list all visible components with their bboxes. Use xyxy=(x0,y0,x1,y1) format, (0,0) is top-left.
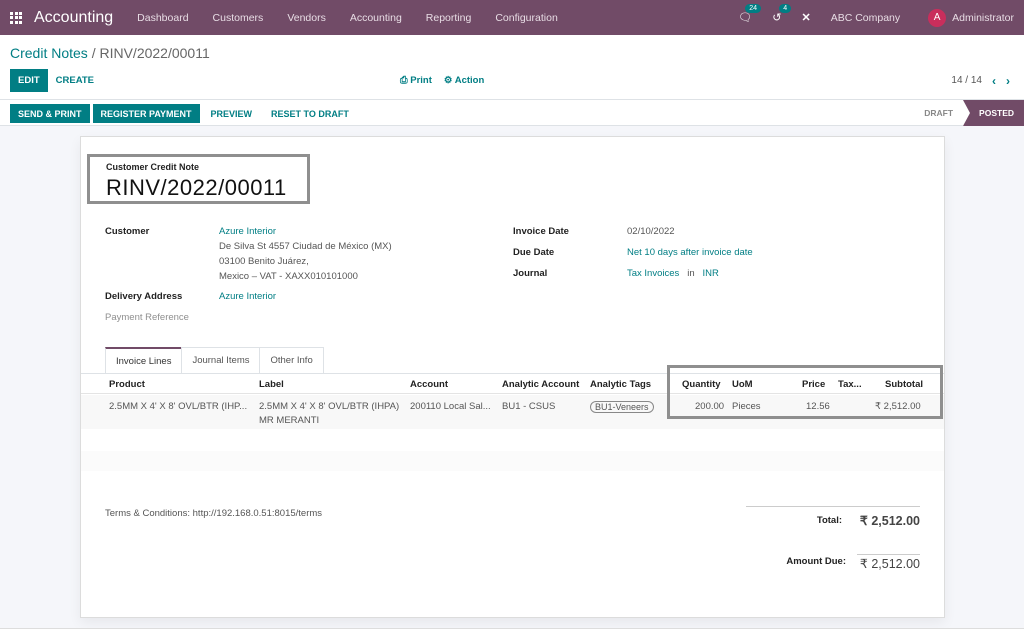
user-menu[interactable]: Administrator xyxy=(952,12,1014,24)
customer-address-line3: Mexico – VAT - XAXX010101000 xyxy=(219,271,358,282)
tab-other-info[interactable]: Other Info xyxy=(259,347,324,373)
form-sheet: Customer Credit Note RINV/2022/00011 Cus… xyxy=(80,136,947,618)
menu-accounting[interactable]: Accounting xyxy=(338,12,414,24)
invoice-date-value: 02/10/2022 xyxy=(627,226,675,237)
printer-icon: ⎙ xyxy=(400,75,411,86)
cell-analytic-tags: BU1-Veneers xyxy=(590,400,654,415)
pager-value[interactable]: 14 / 14 xyxy=(951,75,982,86)
app-name[interactable]: Accounting xyxy=(34,9,113,27)
customer-address-line1: De Silva St 4557 Ciudad de México (MX) xyxy=(219,241,392,252)
customer-label: Customer xyxy=(105,226,150,237)
col-label[interactable]: Label xyxy=(259,379,284,390)
columns-highlight-box xyxy=(667,365,943,419)
menu-dashboard[interactable]: Dashboard xyxy=(125,12,200,24)
journal-field: Tax Invoices in INR xyxy=(627,266,719,281)
tab-journal-items[interactable]: Journal Items xyxy=(181,347,261,373)
cell-label-line1: 2.5MM X 4' X 8' OVL/BTR (IHPA) xyxy=(259,401,400,412)
menu-vendors[interactable]: Vendors xyxy=(275,12,338,24)
cell-account: 200110 Local Sal... xyxy=(410,401,491,412)
apps-menu-icon[interactable] xyxy=(10,11,22,24)
cell-label-line2: MR MERANTI xyxy=(259,415,320,426)
chevron-left-icon[interactable]: ‹ xyxy=(992,74,996,88)
due-date-value[interactable]: Net 10 days after invoice date xyxy=(627,245,753,260)
total-label: Total: xyxy=(816,515,842,526)
cell-label: 2.5MM X 4' X 8' OVL/BTR (IHPA) MR MERANT… xyxy=(259,400,399,428)
title-highlight-box: Customer Credit Note RINV/2022/00011 xyxy=(87,154,310,204)
avatar[interactable]: A xyxy=(928,8,947,27)
cell-analytic-account: BU1 - CSUS xyxy=(502,401,556,412)
journal-link[interactable]: Tax Invoices xyxy=(627,268,679,279)
chat-icon: 🗨 xyxy=(738,12,753,24)
delivery-address-label: Delivery Address xyxy=(105,291,183,302)
currency-link[interactable]: INR xyxy=(703,268,719,279)
amount-due-value: ₹ 2,512.00 xyxy=(859,557,920,571)
register-payment-button[interactable]: REGISTER PAYMENT xyxy=(92,104,200,123)
totals-divider xyxy=(746,506,920,507)
journal-in-text: in xyxy=(687,268,695,279)
create-button[interactable]: CREATE xyxy=(48,69,102,92)
control-panel: Credit Notes / RINV/2022/00011 EDIT CREA… xyxy=(0,35,1024,100)
messages-button[interactable]: 🗨 24 xyxy=(738,4,762,24)
payment-reference-label: Payment Reference xyxy=(105,312,189,323)
messages-badge: 24 xyxy=(745,4,762,13)
status-bar: SEND & PRINT REGISTER PAYMENT PREVIEW RE… xyxy=(0,100,1024,126)
activities-badge: 4 xyxy=(779,4,792,13)
col-analytic-account[interactable]: Analytic Account xyxy=(502,379,579,390)
edit-button[interactable]: EDIT xyxy=(10,69,48,92)
col-product[interactable]: Product xyxy=(109,379,145,390)
menu-reporting[interactable]: Reporting xyxy=(414,12,484,24)
customer-address-line2: 03100 Benito Juárez, xyxy=(219,256,309,267)
status-stages: DRAFT POSTED xyxy=(914,100,1024,126)
document-name: RINV/2022/00011 xyxy=(106,175,287,200)
gear-icon: ⚙ xyxy=(443,75,455,86)
stage-posted[interactable]: POSTED xyxy=(963,100,1024,126)
preview-button[interactable]: PREVIEW xyxy=(203,104,261,123)
breadcrumb-credit-notes[interactable]: Credit Notes xyxy=(10,45,88,61)
journal-label: Journal xyxy=(513,268,548,279)
document-type: Customer Credit Note xyxy=(106,162,200,172)
customer-link[interactable]: Azure Interior xyxy=(219,224,392,239)
debug-tools-icon[interactable]: ✕ xyxy=(801,11,810,24)
print-button[interactable]: ⎙ Print xyxy=(400,75,432,86)
send-print-button[interactable]: SEND & PRINT xyxy=(10,104,90,123)
print-label: Print xyxy=(410,75,432,86)
breadcrumb-current: RINV/2022/00011 xyxy=(99,45,210,61)
terms-conditions: Terms & Conditions: http://192.168.0.51:… xyxy=(105,508,323,519)
stage-draft[interactable]: DRAFT xyxy=(914,100,963,126)
top-navbar: Accounting Dashboard Customers Vendors A… xyxy=(0,0,1024,35)
chevron-right-icon[interactable]: › xyxy=(1006,74,1010,88)
clock-icon: ↺ xyxy=(772,12,782,24)
delivery-address-link[interactable]: Azure Interior xyxy=(219,289,276,304)
pager: 14 / 14 ‹ › xyxy=(951,69,1010,92)
menu-customers[interactable]: Customers xyxy=(201,12,276,24)
bottom-area xyxy=(0,629,1024,638)
amount-due-label: Amount Due: xyxy=(786,556,846,567)
breadcrumb-separator: / xyxy=(91,45,96,61)
col-analytic-tags[interactable]: Analytic Tags xyxy=(590,379,651,390)
invoice-date-label: Invoice Date xyxy=(513,226,569,237)
reset-to-draft-button[interactable]: RESET TO DRAFT xyxy=(263,104,357,123)
customer-field: Azure Interior De Silva St 4557 Ciudad d… xyxy=(219,224,392,284)
cell-product: 2.5MM X 4' X 8' OVL/BTR (IHP... xyxy=(109,401,248,412)
col-account[interactable]: Account xyxy=(410,379,448,390)
empty-row xyxy=(81,451,944,471)
amount-due-divider xyxy=(857,554,920,555)
total-value: ₹ 2,512.00 xyxy=(859,514,920,528)
notebook-tabs: Invoice Lines Journal Items Other Info xyxy=(105,347,324,373)
menu-configuration[interactable]: Configuration xyxy=(483,12,569,24)
action-label: Action xyxy=(454,75,485,86)
activities-button[interactable]: ↺ 4 xyxy=(772,4,792,24)
main-menu: Dashboard Customers Vendors Accounting R… xyxy=(125,12,570,24)
company-switcher[interactable]: ABC Company xyxy=(831,12,900,24)
action-button[interactable]: ⚙ Action xyxy=(444,75,484,86)
breadcrumb: Credit Notes / RINV/2022/00011 xyxy=(10,45,210,61)
analytic-tag-badge: BU1-Veneers xyxy=(590,401,654,413)
tab-invoice-lines[interactable]: Invoice Lines xyxy=(105,347,183,373)
due-date-label: Due Date xyxy=(513,247,555,258)
